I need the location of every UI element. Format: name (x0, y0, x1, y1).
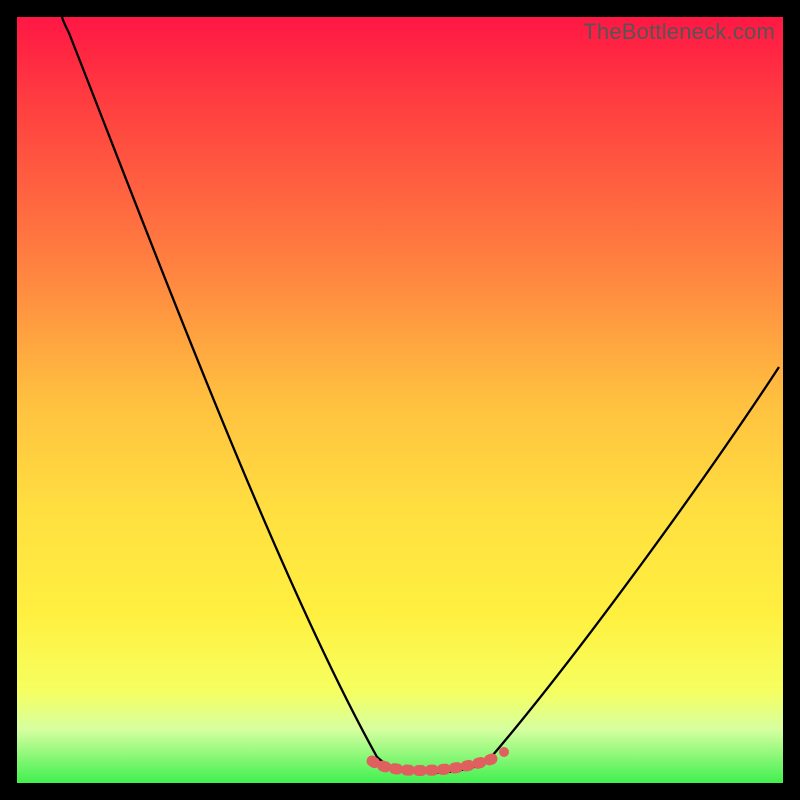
curve-path (69, 33, 779, 773)
chart-stage: TheBottleneck.com (0, 0, 800, 800)
bottleneck-curve (17, 17, 785, 785)
minimum-marker (372, 759, 492, 771)
watermark-text: TheBottleneck.com (583, 19, 775, 45)
minimum-marker-dot (499, 747, 509, 757)
curve-left-edge (62, 17, 69, 33)
chart-plot-area: TheBottleneck.com (16, 16, 784, 784)
